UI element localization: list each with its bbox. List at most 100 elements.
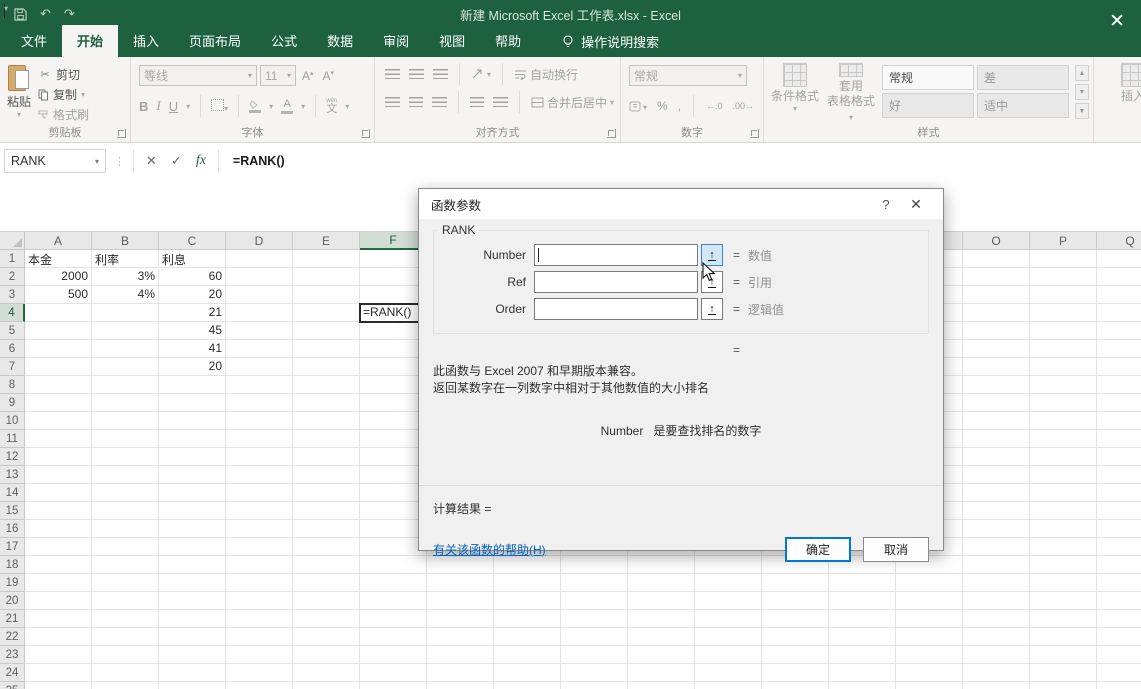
number-format-select[interactable]: 常规▾ xyxy=(629,65,747,86)
cell-P1[interactable] xyxy=(1030,250,1097,268)
cell-J25[interactable] xyxy=(628,682,695,689)
cell-F25[interactable] xyxy=(360,682,427,689)
cell-D8[interactable] xyxy=(226,376,293,394)
gallery-scroll-up-icon[interactable]: ▲ xyxy=(1075,65,1089,81)
row-header-14[interactable]: 14 xyxy=(0,484,25,502)
cell-Q9[interactable] xyxy=(1097,394,1141,412)
cell-P8[interactable] xyxy=(1030,376,1097,394)
cell-F14[interactable] xyxy=(360,484,427,502)
cell-O7[interactable] xyxy=(963,358,1030,376)
row-header-3[interactable]: 3 xyxy=(0,286,25,304)
format-as-table-button[interactable]: 套用 表格格式 ▾ xyxy=(826,63,876,124)
cell-C8[interactable] xyxy=(159,376,226,394)
comma-style-button[interactable]: , xyxy=(678,99,681,113)
cell-K20[interactable] xyxy=(695,592,762,610)
number-argument-input[interactable] xyxy=(534,244,698,266)
insert-function-button[interactable]: fx xyxy=(196,153,206,169)
cell-I21[interactable] xyxy=(561,610,628,628)
paste-button[interactable]: 粘贴 ▾ xyxy=(6,63,32,124)
cell-F23[interactable] xyxy=(360,646,427,664)
cell-K25[interactable] xyxy=(695,682,762,689)
cell-Q2[interactable] xyxy=(1097,268,1141,286)
cell-O24[interactable] xyxy=(963,664,1030,682)
cell-style-normal[interactable]: 常规 xyxy=(882,65,974,90)
formula-bar-resize-handle[interactable]: ⋮ xyxy=(114,155,125,168)
dialog-close-button[interactable]: ✕ xyxy=(901,196,931,213)
cell-P9[interactable] xyxy=(1030,394,1097,412)
cell-D12[interactable] xyxy=(226,448,293,466)
row-header-25[interactable]: 25 xyxy=(0,682,25,689)
cell-D9[interactable] xyxy=(226,394,293,412)
cell-N24[interactable] xyxy=(896,664,963,682)
cell-Q18[interactable] xyxy=(1097,556,1141,574)
cell-P3[interactable] xyxy=(1030,286,1097,304)
row-header-22[interactable]: 22 xyxy=(0,628,25,646)
cell-K23[interactable] xyxy=(695,646,762,664)
cell-M24[interactable] xyxy=(829,664,896,682)
cell-O23[interactable] xyxy=(963,646,1030,664)
column-header-C[interactable]: C xyxy=(159,232,226,250)
cell-C25[interactable] xyxy=(159,682,226,689)
cell-J20[interactable] xyxy=(628,592,695,610)
cell-P19[interactable] xyxy=(1030,574,1097,592)
cell-O21[interactable] xyxy=(963,610,1030,628)
cell-P22[interactable] xyxy=(1030,628,1097,646)
wrap-text-button[interactable]: 自动换行 xyxy=(514,66,578,83)
cell-Q5[interactable] xyxy=(1097,322,1141,340)
cell-Q22[interactable] xyxy=(1097,628,1141,646)
gallery-scroll-down-icon[interactable]: ▼ xyxy=(1075,84,1089,100)
cell-B12[interactable] xyxy=(92,448,159,466)
cell-B18[interactable] xyxy=(92,556,159,574)
tab-公式[interactable]: 公式 xyxy=(256,25,312,57)
row-header-4[interactable]: 4 xyxy=(0,304,25,322)
cell-D2[interactable] xyxy=(226,268,293,286)
cell-Q13[interactable] xyxy=(1097,466,1141,484)
cell-P24[interactable] xyxy=(1030,664,1097,682)
cell-D14[interactable] xyxy=(226,484,293,502)
cell-E13[interactable] xyxy=(293,466,360,484)
save-button[interactable] xyxy=(14,8,27,21)
cell-E21[interactable] xyxy=(293,610,360,628)
cell-F8[interactable] xyxy=(360,376,427,394)
cell-Q19[interactable] xyxy=(1097,574,1141,592)
cell-C11[interactable] xyxy=(159,430,226,448)
cell-I20[interactable] xyxy=(561,592,628,610)
cell-Q15[interactable] xyxy=(1097,502,1141,520)
cell-P21[interactable] xyxy=(1030,610,1097,628)
cell-G21[interactable] xyxy=(427,610,494,628)
cell-F15[interactable] xyxy=(360,502,427,520)
cell-A19[interactable] xyxy=(25,574,92,592)
cell-Q3[interactable] xyxy=(1097,286,1141,304)
cell-F12[interactable] xyxy=(360,448,427,466)
cell-F24[interactable] xyxy=(360,664,427,682)
cell-H25[interactable] xyxy=(494,682,561,689)
cell-E20[interactable] xyxy=(293,592,360,610)
cell-N22[interactable] xyxy=(896,628,963,646)
column-header-E[interactable]: E xyxy=(293,232,360,250)
cell-O13[interactable] xyxy=(963,466,1030,484)
cell-P5[interactable] xyxy=(1030,322,1097,340)
cell-C17[interactable] xyxy=(159,538,226,556)
number-range-selector-button[interactable]: ↑ xyxy=(701,244,723,266)
cell-E5[interactable] xyxy=(293,322,360,340)
grow-font-button[interactable]: A▴ xyxy=(299,68,317,84)
cell-J24[interactable] xyxy=(628,664,695,682)
cell-A20[interactable] xyxy=(25,592,92,610)
cell-P12[interactable] xyxy=(1030,448,1097,466)
shrink-font-button[interactable]: A▾ xyxy=(320,68,338,84)
cell-P17[interactable] xyxy=(1030,538,1097,556)
cell-O25[interactable] xyxy=(963,682,1030,689)
cell-D21[interactable] xyxy=(226,610,293,628)
cell-H20[interactable] xyxy=(494,592,561,610)
cell-Q12[interactable] xyxy=(1097,448,1141,466)
cell-A23[interactable] xyxy=(25,646,92,664)
cell-D1[interactable] xyxy=(226,250,293,268)
tab-开始[interactable]: 开始 xyxy=(62,25,118,57)
tab-帮助[interactable]: 帮助 xyxy=(480,25,536,57)
align-middle-icon[interactable] xyxy=(409,69,424,79)
tab-审阅[interactable]: 审阅 xyxy=(368,25,424,57)
cell-E6[interactable] xyxy=(293,340,360,358)
cell-G19[interactable] xyxy=(427,574,494,592)
cell-L21[interactable] xyxy=(762,610,829,628)
cell-O2[interactable] xyxy=(963,268,1030,286)
